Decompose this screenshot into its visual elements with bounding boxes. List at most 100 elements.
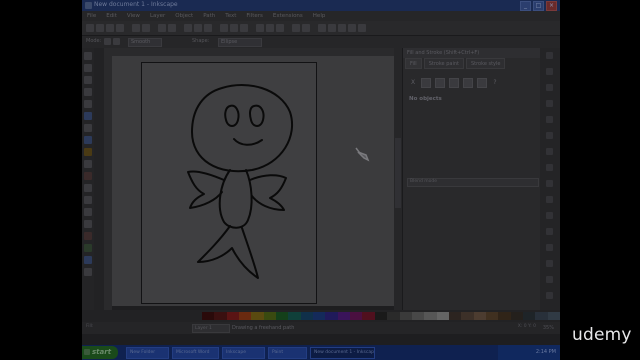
palette-swatch[interactable]: [288, 312, 301, 320]
unlink-clone-icon[interactable]: [276, 24, 284, 32]
preferences-icon[interactable]: [358, 24, 366, 32]
radial-gradient-icon[interactable]: [449, 78, 459, 88]
palette-swatch[interactable]: [226, 312, 240, 320]
dropper-tool-icon[interactable]: [84, 268, 92, 276]
group-icon[interactable]: [292, 24, 300, 32]
zoom-drawing-icon[interactable]: [230, 24, 238, 32]
measure-tool-icon[interactable]: [84, 100, 92, 108]
snap-midpoints-icon[interactable]: [546, 116, 553, 123]
palette-swatch[interactable]: [473, 312, 486, 320]
print-icon[interactable]: [116, 24, 124, 32]
zoom-page-icon[interactable]: [240, 24, 248, 32]
unset-paint-icon[interactable]: ?: [491, 79, 499, 87]
palette-swatch[interactable]: [535, 312, 548, 320]
export-icon[interactable]: [142, 24, 150, 32]
rectangle-tool-icon[interactable]: [84, 112, 92, 120]
pattern-icon[interactable]: [463, 78, 473, 88]
swatch-icon[interactable]: [477, 78, 487, 88]
menu-extensions[interactable]: Extensions: [268, 11, 308, 21]
linear-gradient-icon[interactable]: [435, 78, 445, 88]
palette-swatch[interactable]: [411, 312, 425, 320]
drawing-canvas[interactable]: [112, 56, 394, 306]
zoom-level[interactable]: 35%: [543, 325, 554, 331]
palette-swatch[interactable]: [300, 312, 314, 320]
snap-grid-icon[interactable]: [546, 228, 553, 235]
pencil-tool-icon[interactable]: [84, 172, 92, 180]
smoothing-input[interactable]: Smooth: [128, 38, 162, 47]
palette-swatch[interactable]: [436, 312, 449, 320]
palette-swatch[interactable]: [214, 312, 227, 320]
cut-icon[interactable]: [194, 24, 202, 32]
fill-rule-nonzero-icon[interactable]: [523, 79, 531, 87]
spiro-mode-icon[interactable]: [113, 38, 120, 45]
menu-object[interactable]: Object: [170, 11, 198, 21]
palette-swatch[interactable]: [448, 312, 462, 320]
tab-stroke-style[interactable]: Stroke style: [465, 58, 506, 69]
selector-tool-icon[interactable]: [84, 52, 92, 60]
palette-swatch[interactable]: [522, 312, 536, 320]
snap-others-icon[interactable]: [546, 276, 553, 283]
task-button[interactable]: Paint: [268, 347, 307, 359]
paint-bucket-tool-icon[interactable]: [84, 244, 92, 252]
import-icon[interactable]: [132, 24, 140, 32]
palette-swatch[interactable]: [485, 312, 499, 320]
minimize-button[interactable]: _: [520, 1, 531, 11]
snap-page-icon[interactable]: [546, 212, 553, 219]
scrollbar-thumb[interactable]: [395, 138, 401, 208]
snap-intersections-icon[interactable]: [546, 164, 553, 171]
duplicate-icon[interactable]: [256, 24, 264, 32]
shape-select[interactable]: Ellipse: [218, 38, 262, 47]
undo-icon[interactable]: [158, 24, 166, 32]
palette-swatch[interactable]: [337, 312, 351, 320]
pen-tool-icon[interactable]: [84, 184, 92, 192]
calligraphy-tool-icon[interactable]: [84, 196, 92, 204]
zoom-selection-icon[interactable]: [220, 24, 228, 32]
task-button[interactable]: New Folder: [126, 347, 169, 359]
fill-stroke-icon[interactable]: [318, 24, 326, 32]
palette-swatch[interactable]: [362, 312, 375, 320]
close-button[interactable]: ×: [546, 1, 557, 11]
flat-color-icon[interactable]: [421, 78, 431, 88]
redo-icon[interactable]: [168, 24, 176, 32]
snap-corners-icon[interactable]: [546, 100, 553, 107]
palette-swatch[interactable]: [387, 312, 400, 320]
snap-text-icon[interactable]: [546, 260, 553, 267]
menu-file[interactable]: File: [82, 11, 101, 21]
menu-layer[interactable]: Layer: [145, 11, 170, 21]
menu-text[interactable]: Text: [220, 11, 241, 21]
snap-cusp-icon[interactable]: [546, 292, 553, 299]
freehand-mode-icon[interactable]: [104, 38, 111, 45]
tab-stroke-paint[interactable]: Stroke paint: [423, 58, 464, 69]
palette-swatch[interactable]: [202, 312, 215, 320]
palette-swatch[interactable]: [510, 312, 523, 320]
palette-swatch[interactable]: [325, 312, 338, 320]
palette-swatch[interactable]: [251, 312, 264, 320]
save-icon[interactable]: [106, 24, 114, 32]
snap-toggle-icon[interactable]: [546, 52, 553, 59]
no-paint-icon[interactable]: X: [409, 79, 417, 87]
align-icon[interactable]: [348, 24, 356, 32]
maximize-button[interactable]: □: [533, 1, 544, 11]
canvas-vertical-scrollbar[interactable]: [394, 48, 402, 310]
snap-rotation-icon[interactable]: [546, 196, 553, 203]
menu-view[interactable]: View: [122, 11, 145, 21]
fill-rule-evenodd-icon[interactable]: [511, 79, 519, 87]
palette-swatch[interactable]: [374, 312, 388, 320]
snap-guides-icon[interactable]: [546, 244, 553, 251]
tweak-tool-icon[interactable]: [84, 76, 92, 84]
palette-swatch[interactable]: [547, 312, 560, 320]
spiral-tool-icon[interactable]: [84, 160, 92, 168]
palette-swatch[interactable]: [399, 312, 412, 320]
snap-edges-icon[interactable]: [546, 84, 553, 91]
palette-swatch[interactable]: [498, 312, 511, 320]
palette-swatch[interactable]: [263, 312, 277, 320]
gradient-tool-icon[interactable]: [84, 256, 92, 264]
paste-icon[interactable]: [204, 24, 212, 32]
menu-edit[interactable]: Edit: [101, 11, 122, 21]
zoom-tool-icon[interactable]: [84, 88, 92, 96]
layer-select[interactable]: Layer 1: [192, 324, 230, 333]
snap-centers-icon[interactable]: [546, 180, 553, 187]
menu-help[interactable]: Help: [308, 11, 331, 21]
blend-mode-select[interactable]: Blend mode: [407, 178, 539, 187]
spray-tool-icon[interactable]: [84, 220, 92, 228]
